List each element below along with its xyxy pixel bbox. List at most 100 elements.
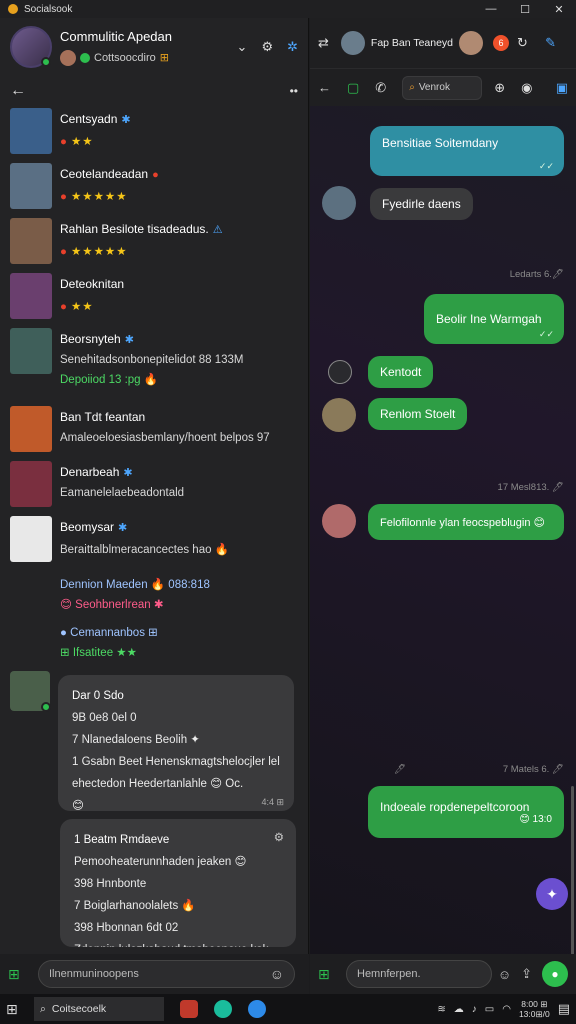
taskbar-search[interactable]: ⌕ Coitsecoelk	[34, 997, 164, 1021]
close-button[interactable]: ✕	[542, 3, 576, 16]
message-bubble-outgoing[interactable]: Kentodt	[368, 356, 434, 388]
profile-avatar[interactable]	[10, 26, 52, 68]
list-item[interactable]: 😊 Seohbnerlrean ✱	[0, 595, 308, 615]
contact-name: Rahlan Besilote tisadeadus. ⚠	[60, 222, 223, 236]
chat-avatar-2[interactable]	[459, 31, 484, 55]
contact-avatar[interactable]	[10, 273, 52, 319]
contact-preview: Beraittalblmeracancectes hao 🔥	[60, 542, 229, 556]
call-icon[interactable]: ✆	[375, 80, 386, 96]
sender-avatar[interactable]	[322, 504, 356, 538]
zoom-icon[interactable]: ⊕	[494, 80, 505, 96]
refresh-icon[interactable]: ↻	[517, 35, 528, 51]
message-bubble-outgoing[interactable]: Beolir Ine Warmgah ✓✓	[424, 294, 564, 344]
chat-search-input[interactable]: ⌕ Venrok	[402, 75, 483, 100]
panel-icon[interactable]: ▣	[556, 80, 568, 96]
contact-item[interactable]: Rahlan Besilote tisadeadus. ⚠ ● ★★★★★	[0, 216, 308, 271]
contact-name: Denarbeah ✱	[60, 465, 184, 479]
chat-message-input[interactable]: Hemnferpen.	[346, 960, 492, 988]
message-bubble-outgoing[interactable]: Indoeale ropdenepeltcoroon 😊 13:0	[368, 786, 564, 838]
contact-avatar[interactable]	[10, 461, 52, 507]
more-icon[interactable]: ••	[290, 84, 298, 98]
video-icon[interactable]: ▢	[347, 80, 359, 96]
back-arrow-icon[interactable]: ←	[10, 82, 26, 100]
contact-item[interactable]: Ceotelandeadan ● ● ★★★★★	[0, 161, 308, 216]
contact-name-text: Ban Tdt feantan	[60, 410, 146, 424]
chevron-down-icon[interactable]: ⌄	[237, 39, 248, 55]
thread-avatar[interactable]	[10, 671, 51, 712]
list-item[interactable]: ⊞ Ifsatitee ★★	[0, 643, 308, 663]
message-bubble-outgoing[interactable]: Felofilonnle ylan feocspeblugin 😊	[368, 504, 564, 540]
network-icon[interactable]: ≋	[437, 1004, 445, 1015]
contact-avatar[interactable]	[10, 163, 52, 209]
mini-avatar	[60, 49, 76, 66]
sync-icon[interactable]: ⇄	[318, 35, 329, 51]
verified-badge-icon: ✱	[124, 334, 134, 346]
thread-card-2[interactable]: 1 Beatm Rmdaeve ⚙ Pemooheaterunnhaden je…	[60, 819, 296, 947]
contact-item[interactable]: Beomysar ✱ Beraittalblmeracancectes hao 🔥	[0, 514, 308, 569]
list-item[interactable]: ● Cemannanbos ⊞	[0, 623, 308, 643]
message-bubble-outgoing[interactable]: Renlom Stoelt	[368, 398, 468, 430]
contact-name-text: Denarbeah	[60, 465, 120, 479]
taskbar-app-icon[interactable]	[180, 1000, 198, 1018]
compose-icon[interactable]: ✎	[545, 35, 556, 51]
contact-avatar[interactable]	[10, 406, 52, 452]
message-text: Beolir Ine Warmgah	[436, 312, 542, 326]
read-receipt-icon: ✓✓	[538, 329, 554, 339]
contact-name-text: Beorsnyteh	[60, 332, 121, 346]
search-icon: ⌕	[40, 1002, 46, 1015]
status-dot-icon: ●	[60, 246, 67, 258]
list-toolbar: ← ••	[0, 76, 308, 106]
contact-avatar[interactable]	[10, 516, 52, 562]
verified-badge-icon: ●	[152, 169, 159, 181]
apps-grid-icon[interactable]: ⊞	[8, 966, 32, 983]
contact-item[interactable]: Ban Tdt feantan Amaleoeloesiasbemlany/hoe…	[0, 404, 308, 459]
thread-card[interactable]: Dar 0 Sdo 9B 0e8 0el 0 7 Nlanedaloens Be…	[58, 675, 294, 812]
target-icon[interactable]: ◉	[521, 80, 532, 96]
contact-item[interactable]: Denarbeah ✱ Eamanelelaebeadontald	[0, 459, 308, 514]
list-item[interactable]: Dennion Maeden 🔥 088:818	[0, 575, 308, 595]
contact-info: Rahlan Besilote tisadeadus. ⚠ ● ★★★★★	[60, 218, 223, 269]
taskbar-app-icon[interactable]	[214, 1000, 232, 1018]
emoji-icon[interactable]: ☺	[270, 966, 284, 982]
contact-item[interactable]: Beorsnyteh ✱ Senehitadsonbonepitelidot 88 …	[0, 326, 308, 404]
message-text: Indoeale ropdenepeltcoroon	[380, 799, 530, 814]
battery-icon[interactable]: ▭	[485, 1004, 494, 1015]
minimize-button[interactable]: —	[474, 3, 508, 16]
thread-card-2-title: 1 Beatm Rmdaeve	[74, 834, 170, 846]
cloud-icon[interactable]: ☁	[454, 1004, 464, 1015]
maximize-button[interactable]: ☐	[508, 3, 542, 16]
window-title: Socialsook	[24, 3, 73, 15]
windows-start-icon[interactable]: ⊞	[6, 1001, 30, 1018]
contact-name: Beorsnyteh ✱	[60, 332, 244, 346]
sender-avatar[interactable]	[322, 398, 356, 432]
sender-avatar[interactable]	[322, 186, 356, 220]
volume-icon[interactable]: ♪	[472, 1004, 477, 1015]
left-message-input[interactable]: Ilnenmuninoopens ☺	[38, 960, 295, 988]
info-icon[interactable]	[328, 360, 352, 384]
attach-icon[interactable]: ⇪	[521, 966, 532, 982]
contact-avatar[interactable]	[10, 108, 52, 154]
message-time: 😊 13:0	[519, 813, 552, 825]
contact-item[interactable]: Centsyadn ✱ ● ★★	[0, 106, 308, 161]
sticker-icon[interactable]: ☺	[498, 967, 511, 982]
contact-info: Beomysar ✱ Beraittalblmeracancectes hao 🔥	[60, 516, 229, 567]
message-bubble-outgoing[interactable]: Bensitiae Soitemdany ✓✓	[370, 126, 564, 176]
chat-avatar[interactable]	[340, 31, 365, 55]
apps-grid-icon[interactable]: ⊞	[318, 966, 340, 983]
contact-avatar[interactable]	[10, 328, 52, 374]
notifications-icon[interactable]: ▤	[558, 1001, 570, 1017]
taskbar-app-icon[interactable]	[248, 1000, 266, 1018]
message-bubble-incoming[interactable]: Fyedirle daens	[370, 188, 473, 220]
chat-input-placeholder: Hemnferpen.	[357, 968, 421, 980]
sparkle-icon[interactable]: ✲	[287, 39, 298, 55]
settings-icon[interactable]: ⚙	[261, 39, 273, 55]
back-arrow-icon[interactable]: ←	[318, 80, 331, 95]
contact-item[interactable]: Deteoknitan ● ★★	[0, 271, 308, 326]
settings-icon[interactable]: ⚙	[274, 827, 284, 849]
taskbar-search-text: Coitsecoelk	[51, 1003, 107, 1015]
system-clock[interactable]: 8:00 ⊞ 13:0⊞/0	[519, 999, 550, 1019]
contact-avatar[interactable]	[10, 218, 52, 264]
new-message-fab[interactable]: ✦	[536, 878, 568, 910]
mic-button[interactable]: ●	[542, 961, 568, 987]
wifi-icon[interactable]: ◠	[502, 1004, 511, 1015]
